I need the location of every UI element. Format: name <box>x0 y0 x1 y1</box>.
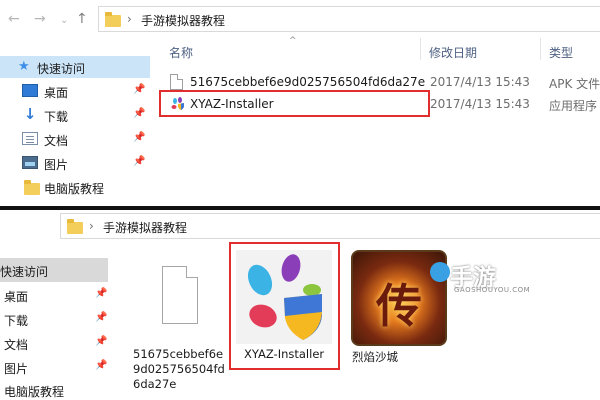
pin-icon[interactable]: 📌 <box>133 156 145 167</box>
xyaz-installer-app-icon <box>171 97 184 110</box>
pin-icon[interactable]: 📌 <box>95 336 107 347</box>
breadcrumb-separator-icon: › <box>89 219 94 233</box>
sidebar-item-label: 文档 <box>44 134 69 148</box>
game-icon-glyph: 传 <box>376 279 422 333</box>
up-arrow-icon[interactable]: ↑ <box>76 11 88 27</box>
sidebar-item-quick-access[interactable]: ★ 快速访问 <box>0 56 150 78</box>
file-type: APK 文件 <box>549 77 600 91</box>
file-tile-caption: 9d025756504fd <box>133 362 225 376</box>
column-header-date[interactable]: 修改日期 <box>429 44 477 61</box>
sort-ascending-icon: ^ <box>289 36 297 46</box>
documents-icon <box>22 132 38 145</box>
file-tile-caption: 51675cebbef6e <box>133 347 224 361</box>
bottom-explorer-window: › 手游模拟器教程 快速访问 桌面 📌 下载 📌 文档 📌 图片 📌 电脑版教程… <box>0 210 600 400</box>
navigation-pane: 快速访问 桌面 📌 下载 📌 文档 📌 图片 📌 电脑版教程 <box>0 258 108 400</box>
sidebar-item-desktop[interactable]: 桌面 <box>4 288 28 305</box>
column-divider[interactable] <box>420 38 421 60</box>
back-arrow-icon[interactable]: ← <box>8 11 20 27</box>
watermark-logo-icon <box>430 262 450 282</box>
sidebar-item-pc-tutorial[interactable]: 电脑版教程 <box>4 383 64 400</box>
watermark-url: GAOSHOUYOU.COM <box>454 286 531 294</box>
navigation-pane: ★ 快速访问 桌面 📌 ↓ 下载 📌 文档 📌 图片 📌 电脑版教程 <box>0 48 152 208</box>
sidebar-item-pictures[interactable]: 图片 📌 <box>0 152 150 174</box>
pictures-icon <box>22 156 38 169</box>
forward-arrow-icon[interactable]: → <box>34 11 46 27</box>
download-icon: ↓ <box>23 105 37 123</box>
file-tile-caption: 6da27e <box>133 377 177 391</box>
highlight-box <box>229 242 340 370</box>
sidebar-item-label: 电脑版教程 <box>44 182 105 196</box>
file-tile-apk[interactable] <box>132 250 224 342</box>
folder-icon <box>24 180 40 195</box>
sidebar-item-pictures[interactable]: 图片 <box>4 360 28 377</box>
sidebar-item-label: 快速访问 <box>0 265 49 279</box>
address-bar[interactable]: › 手游模拟器教程 <box>98 6 600 32</box>
file-date: 2017/4/13 15:43 <box>430 97 530 111</box>
breadcrumb-current-folder[interactable]: 手游模拟器教程 <box>103 219 187 236</box>
sidebar-item-label: 桌面 <box>44 86 69 100</box>
sidebar-item-downloads[interactable]: ↓ 下载 📌 <box>0 104 150 126</box>
file-row-installer[interactable]: XYAZ-Installer 2017/4/13 15:43 应用程序 <box>161 94 600 114</box>
sidebar-item-label: 图片 <box>44 158 69 172</box>
file-tile-caption: 烈焰沙城 <box>352 350 398 364</box>
recent-locations-chevron-icon[interactable]: ⌄ <box>60 13 68 29</box>
navigation-bar: ← → ⌄ ↑ › 手游模拟器教程 <box>0 0 600 38</box>
address-bar[interactable]: › 手游模拟器教程 <box>60 213 600 239</box>
breadcrumb-current-folder[interactable]: 手游模拟器教程 <box>141 12 225 29</box>
sidebar-item-downloads[interactable]: 下载 <box>4 312 28 329</box>
sidebar-item-desktop[interactable]: 桌面 📌 <box>0 80 150 102</box>
sidebar-item-quick-access[interactable]: 快速访问 <box>0 258 108 282</box>
sidebar-item-documents[interactable]: 文档 📌 <box>0 128 150 150</box>
desktop-icon <box>22 84 38 97</box>
blank-file-icon <box>170 74 183 90</box>
breadcrumb-separator-icon: › <box>127 12 132 26</box>
pin-icon[interactable]: 📌 <box>133 132 145 143</box>
file-date: 2017/4/13 15:43 <box>430 75 530 89</box>
sidebar-item-documents[interactable]: 文档 <box>4 336 28 353</box>
column-header-type[interactable]: 类型 <box>549 44 573 61</box>
pin-icon[interactable]: 📌 <box>95 312 107 323</box>
sidebar-item-label: 快速访问 <box>37 62 86 76</box>
blank-file-icon <box>162 266 198 324</box>
column-header-name[interactable]: 名称 <box>169 44 193 61</box>
folder-icon <box>67 219 83 234</box>
folder-icon <box>105 12 121 27</box>
file-name: 51675cebbef6e9d025756504fd6da27e <box>190 75 426 89</box>
star-icon: ★ <box>18 59 30 74</box>
file-type: 应用程序 <box>549 99 598 113</box>
column-divider[interactable] <box>540 38 541 60</box>
pin-icon[interactable]: 📌 <box>95 360 107 371</box>
file-name: XYAZ-Installer <box>190 97 274 111</box>
sidebar-item-pc-tutorial[interactable]: 电脑版教程 <box>0 176 150 198</box>
pin-icon[interactable]: 📌 <box>133 84 145 95</box>
file-row-apk[interactable]: 51675cebbef6e9d025756504fd6da27e 2017/4/… <box>161 72 600 92</box>
top-explorer-window: ← → ⌄ ↑ › 手游模拟器教程 ★ 快速访问 桌面 📌 ↓ 下载 📌 文档 … <box>0 0 600 208</box>
pin-icon[interactable]: 📌 <box>95 288 107 299</box>
sidebar-item-label: 下载 <box>44 110 69 124</box>
pin-icon[interactable]: 📌 <box>133 108 145 119</box>
